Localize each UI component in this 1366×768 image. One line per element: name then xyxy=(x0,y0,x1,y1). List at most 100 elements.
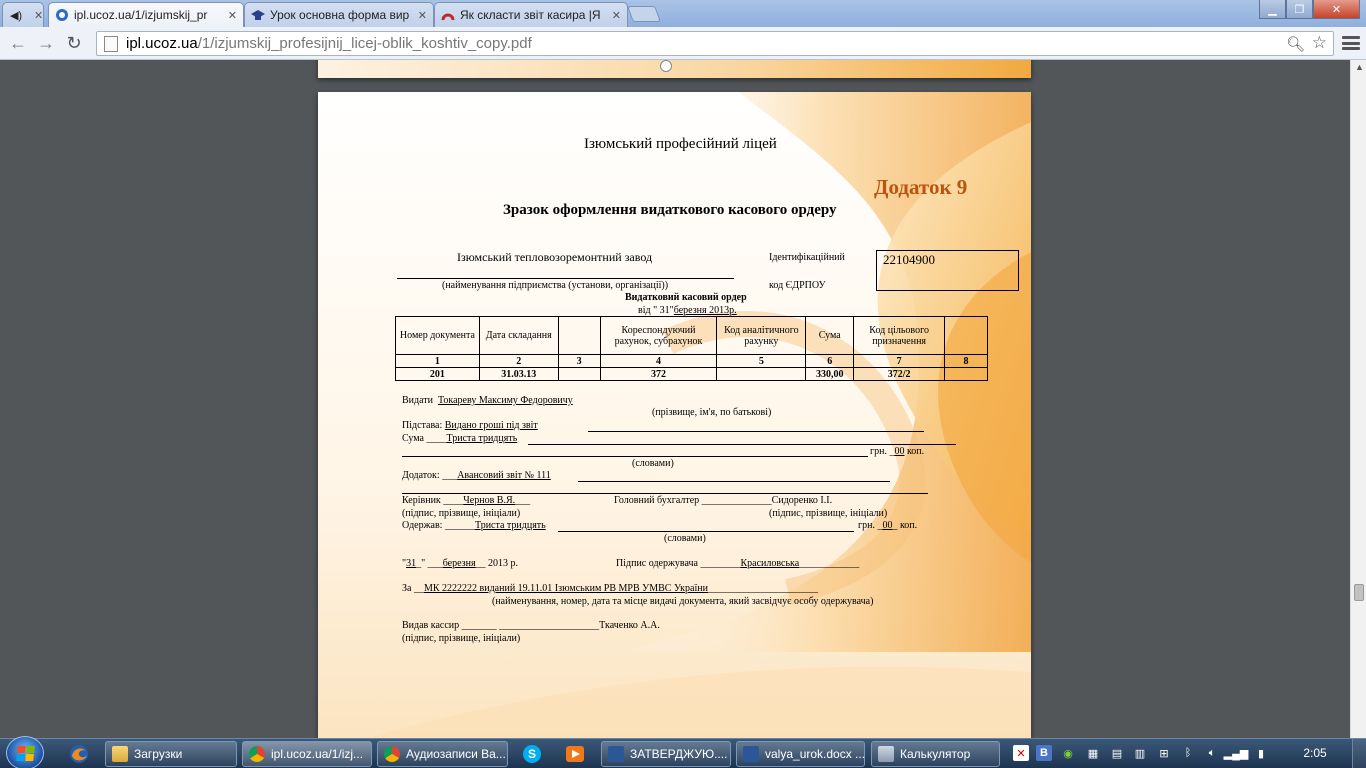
taskbar-button-chrome-pdf[interactable]: ipl.ucoz.ua/1/izj... xyxy=(242,741,372,767)
table-header: Номер документа xyxy=(395,316,480,355)
tab-1[interactable]: ipl.ucoz.ua/1/izjumskij_pr ✕ xyxy=(48,2,244,27)
display-icon[interactable]: ▤ xyxy=(1109,745,1125,761)
reload-button[interactable]: ↻ xyxy=(63,32,85,54)
taskbar-button-word-2[interactable]: valya_urok.docx ... xyxy=(736,741,865,767)
usb-device-icon[interactable]: ▥ xyxy=(1132,745,1148,761)
divider xyxy=(588,431,924,432)
uah-label: грн. xyxy=(858,520,875,531)
ring-icon xyxy=(660,60,672,72)
new-tab-button[interactable] xyxy=(627,6,661,22)
order-date-value: березня 2013р. xyxy=(673,305,737,316)
chief-accountant-line: Головний бухгалтер ______________Сидорен… xyxy=(614,495,833,506)
scroll-up-icon[interactable]: ▲ xyxy=(1355,62,1364,72)
passport-caption: (найменування, номер, дата та місце вида… xyxy=(492,596,874,607)
tab-title: Урок основна форма вир xyxy=(270,8,410,22)
page-icon xyxy=(104,35,118,52)
forward-button[interactable]: → xyxy=(35,32,57,54)
taskbar-button-label: ЗАТВЕРДЖУЮ.... xyxy=(630,747,728,761)
divider xyxy=(578,481,890,482)
close-icon[interactable]: ✕ xyxy=(612,9,621,22)
taskbar-button-label: valya_urok.docx ... xyxy=(765,747,865,761)
bookmark-star-icon[interactable]: ☆ xyxy=(1312,33,1327,53)
graduation-cap-icon xyxy=(251,8,265,22)
network-adapter-icon[interactable]: ▦ xyxy=(1085,745,1101,761)
vk-icon[interactable]: B xyxy=(1036,745,1052,761)
close-window-button[interactable]: ✕ xyxy=(1313,0,1360,19)
tab-0[interactable]: ◀) ✕ xyxy=(2,2,44,27)
tab-title: ipl.ucoz.ua/1/izjumskij_pr xyxy=(74,8,208,22)
issue-label: Видати xyxy=(402,395,434,406)
table-header: Дата складання xyxy=(478,316,559,355)
tab-title: Як скласти звіт касира |Я xyxy=(460,8,601,22)
speaker-icon: ◀) xyxy=(9,9,23,22)
order-table: Номер документа Дата складання Кореспонд… xyxy=(395,316,988,381)
head-line: Керівник ____Чернов В.Я.___ xyxy=(402,495,531,506)
folder-icon xyxy=(112,746,128,762)
minimize-button[interactable]: ▁ xyxy=(1259,0,1286,19)
issue-caption: (прізвище, ім'я, по батькові) xyxy=(652,407,772,418)
table-header: Код цільового призначення xyxy=(853,316,946,355)
show-desktop-button[interactable] xyxy=(1352,739,1366,768)
signal-icon[interactable]: ▂▄▆ xyxy=(1224,745,1249,761)
table-header xyxy=(944,316,988,355)
close-icon[interactable]: ✕ xyxy=(228,9,237,22)
vertical-scrollbar[interactable]: ▲ xyxy=(1350,60,1366,738)
attach-value: Авансовий звіт № 111 xyxy=(457,470,551,481)
skype-icon[interactable]: S xyxy=(517,742,547,766)
table-cell xyxy=(557,367,601,381)
menu-icon[interactable] xyxy=(1342,34,1360,52)
volume-icon[interactable]: 🔈︎ xyxy=(1204,745,1220,761)
bluetooth-icon[interactable]: ᛒ xyxy=(1180,745,1196,761)
table-cell: 7 xyxy=(853,354,946,368)
issue-line: Видати Токареву Максиму Федоровичу xyxy=(402,395,573,406)
pdf-viewer[interactable]: Ізюмський професійний ліцей Додаток 9 Зр… xyxy=(0,60,1350,738)
flag-notification-icon[interactable]: ✕ xyxy=(1013,745,1029,761)
tab-2[interactable]: Урок основна форма вир ✕ xyxy=(244,2,434,27)
kop-value: 00 xyxy=(882,520,893,531)
table-cell: 2 xyxy=(478,354,559,368)
chief-accountant-label: Головний бухгалтер xyxy=(614,495,700,506)
divider xyxy=(397,278,734,279)
taskbar: Загрузки ipl.ucoz.ua/1/izj... Аудиозапис… xyxy=(0,736,1366,768)
taskbar-button-label: ipl.ucoz.ua/1/izj... xyxy=(271,747,364,761)
table-cell: 31.03.13 xyxy=(478,367,559,381)
pdf-page-previous xyxy=(318,60,1031,78)
date-line: "31_" ___березня__ 2013 р. xyxy=(402,558,519,569)
firefox-icon[interactable] xyxy=(64,742,94,766)
table-cell: 201 xyxy=(395,367,480,381)
chief-sig-caption: (підпис, прізвище, ініціали) xyxy=(769,508,888,519)
table-cell xyxy=(716,367,807,381)
date-year: 2013 р. xyxy=(488,558,519,569)
zoom-icon[interactable]: 🔍︎ xyxy=(1286,35,1305,53)
date-month: березня xyxy=(442,558,476,569)
appendix-label: Додаток 9 xyxy=(874,175,968,199)
taskbar-button-downloads[interactable]: Загрузки xyxy=(105,741,237,767)
order-title: Видатковий касовий ордер xyxy=(625,292,747,303)
taskbar-button-label: Загрузки xyxy=(134,747,183,761)
address-bar[interactable]: ipl.ucoz.ua/1/izjumskij_profesijnij_lice… xyxy=(96,31,1334,56)
start-button[interactable] xyxy=(6,736,44,768)
media-player-icon[interactable] xyxy=(560,742,590,766)
site-icon xyxy=(441,8,455,22)
institution-title: Ізюмський професійний ліцей xyxy=(584,136,777,152)
taskbar-button-calculator[interactable]: Калькулятор xyxy=(871,741,1000,767)
received-line: Одержав: ______Триста тридцять xyxy=(402,520,546,531)
scrollbar-thumb[interactable] xyxy=(1354,584,1364,601)
nvidia-icon[interactable]: ◉ xyxy=(1060,745,1076,761)
order-date: від " 31"березня 2013р. xyxy=(638,305,737,316)
kop-label: коп. xyxy=(899,520,918,531)
basis-line: Підстава: Видано гроші під звіт xyxy=(402,420,538,431)
back-button[interactable]: ← xyxy=(7,32,29,54)
close-icon[interactable]: ✕ xyxy=(418,9,427,22)
table-cell: 6 xyxy=(805,354,855,368)
chrome-icon xyxy=(384,746,400,762)
taskbar-button-word-1[interactable]: ЗАТВЕРДЖУЮ.... xyxy=(601,741,731,767)
battery-icon[interactable]: ▮ xyxy=(1253,745,1269,761)
close-icon[interactable]: ✕ xyxy=(34,9,43,22)
taskbar-button-chrome-audio[interactable]: Аудиозаписи Ва... xyxy=(377,741,508,767)
recipient-sig-value: Красиловська xyxy=(740,558,800,569)
maximize-button[interactable]: ❐ xyxy=(1286,0,1313,19)
tab-3[interactable]: Як скласти звіт касира |Я ✕ xyxy=(434,2,628,27)
keyboard-icon[interactable]: ⊞ xyxy=(1156,745,1172,761)
taskbar-clock[interactable]: 2:05 xyxy=(1295,746,1335,760)
